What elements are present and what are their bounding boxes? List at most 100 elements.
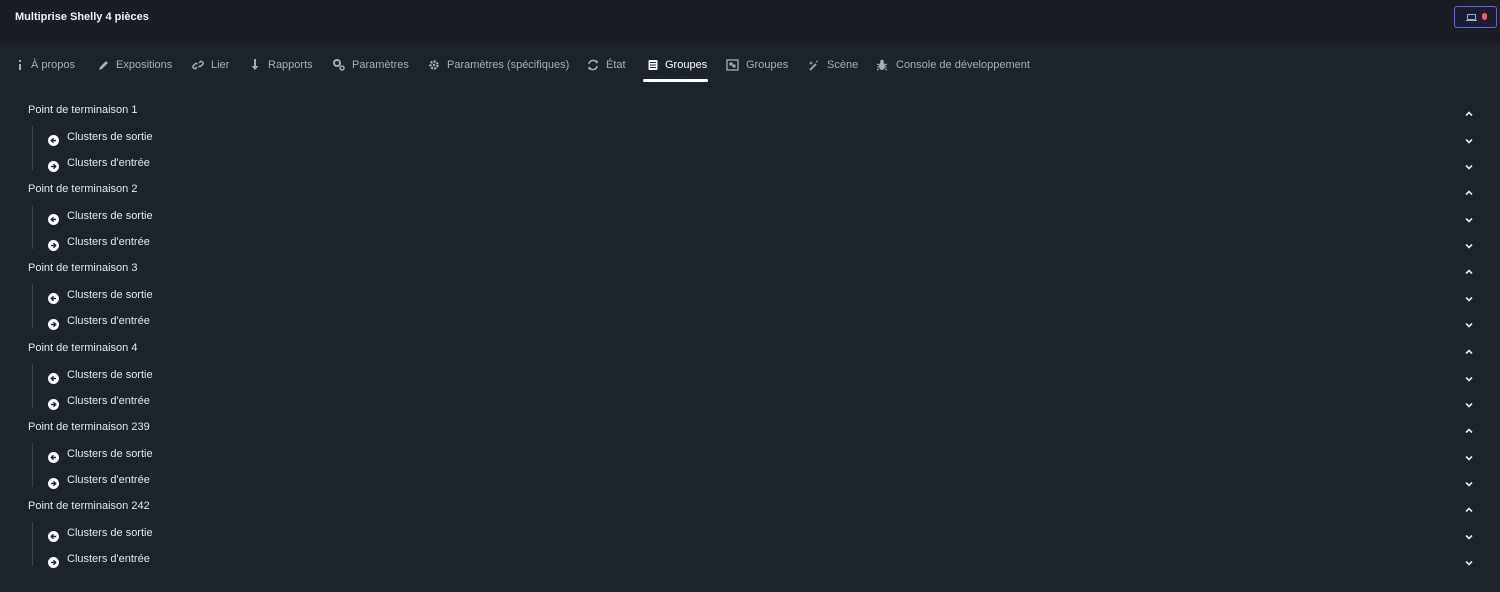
endpoint-label: Point de terminaison 4	[28, 342, 138, 354]
arrow-left-circle-icon	[48, 291, 59, 304]
cluster-label: Clusters d'entrée	[67, 315, 150, 327]
chevron-down-icon[interactable]	[1464, 238, 1474, 249]
tab-label: Groupes	[665, 59, 708, 71]
tab-dev-console[interactable]: Console de développement	[876, 52, 1034, 82]
tab-bind[interactable]: Lier	[192, 52, 230, 82]
object-group-icon	[726, 58, 739, 72]
output-clusters-row[interactable]: Clusters de sortie	[0, 523, 1500, 545]
arrow-left-circle-icon	[48, 450, 59, 463]
chevron-down-icon[interactable]	[1464, 476, 1474, 487]
endpoint-header[interactable]: Point de terminaison 2	[0, 179, 1500, 201]
endpoint-label: Point de terminaison 3	[28, 262, 138, 274]
chevron-down-icon[interactable]	[1464, 291, 1474, 302]
page-title: Multiprise Shelly 4 pièces	[15, 11, 149, 23]
tab-label: Scène	[827, 59, 859, 71]
arrow-left-circle-icon	[48, 371, 59, 384]
endpoint-label: Point de terminaison 2	[28, 183, 138, 195]
output-clusters-row[interactable]: Clusters de sortie	[0, 285, 1500, 307]
endpoint-header[interactable]: Point de terminaison 1	[0, 100, 1500, 122]
tab-label: État	[606, 59, 626, 71]
chevron-down-icon[interactable]	[1464, 317, 1474, 328]
cluster-label: Clusters d'entrée	[67, 395, 150, 407]
cluster-label: Clusters d'entrée	[67, 236, 150, 248]
chevron-down-icon[interactable]	[1464, 133, 1474, 144]
input-clusters-row[interactable]: Clusters d'entrée	[0, 391, 1500, 413]
arrow-right-circle-icon	[48, 238, 59, 251]
cluster-label: Clusters de sortie	[67, 131, 153, 143]
output-clusters-row[interactable]: Clusters de sortie	[0, 444, 1500, 466]
output-clusters-row[interactable]: Clusters de sortie	[0, 365, 1500, 387]
bug-icon	[876, 58, 888, 72]
top-bar: Multiprise Shelly 4 pièces	[0, 0, 1500, 44]
arrow-right-circle-icon	[48, 555, 59, 568]
tab-label: Console de développement	[896, 59, 1030, 71]
input-clusters-row[interactable]: Clusters d'entrée	[0, 232, 1500, 254]
cluster-label: Clusters de sortie	[67, 448, 153, 460]
tab-state[interactable]: État	[587, 52, 627, 82]
chevron-down-icon[interactable]	[1464, 397, 1474, 408]
input-clusters-row[interactable]: Clusters d'entrée	[0, 311, 1500, 333]
laptop-icon	[1466, 14, 1477, 21]
arrow-left-circle-icon	[48, 212, 59, 225]
chevron-up-icon[interactable]	[1464, 423, 1474, 434]
info-icon	[14, 58, 26, 72]
cluster-label: Clusters de sortie	[67, 369, 153, 381]
cluster-label: Clusters de sortie	[67, 289, 153, 301]
endpoint-label: Point de terminaison 1	[28, 104, 138, 116]
tab-label: Paramètres (spécifiques)	[447, 59, 570, 71]
chevron-up-icon[interactable]	[1464, 185, 1474, 196]
tab-reports[interactable]: Rapports	[249, 52, 314, 82]
cluster-label: Clusters d'entrée	[67, 157, 150, 169]
arrow-right-circle-icon	[48, 317, 59, 330]
chevron-up-icon[interactable]	[1464, 502, 1474, 513]
arrow-left-circle-icon	[48, 529, 59, 542]
arrow-right-circle-icon	[48, 159, 59, 172]
chevron-down-icon[interactable]	[1464, 529, 1474, 540]
tab-label: Expositions	[116, 59, 173, 71]
endpoint-header[interactable]: Point de terminaison 4	[0, 338, 1500, 360]
tab-expositions[interactable]: Expositions	[97, 52, 173, 82]
cogs-icon	[332, 58, 345, 72]
tab-settings[interactable]: Paramètres	[332, 52, 409, 82]
tab-about[interactable]: À propos	[14, 52, 78, 82]
chevron-down-icon[interactable]	[1464, 159, 1474, 170]
tab-specific-settings[interactable]: Paramètres (spécifiques)	[428, 52, 570, 82]
endpoint-header[interactable]: Point de terminaison 242	[0, 496, 1500, 518]
gear-icon	[428, 58, 440, 72]
input-clusters-row[interactable]: Clusters d'entrée	[0, 549, 1500, 571]
tab-label: Paramètres	[352, 59, 409, 71]
tab-groups[interactable]: Groupes	[726, 52, 789, 82]
pencil-icon	[97, 58, 109, 72]
tab-label: Lier	[211, 59, 230, 71]
output-clusters-row[interactable]: Clusters de sortie	[0, 127, 1500, 149]
chevron-down-icon[interactable]	[1464, 212, 1474, 223]
chevron-up-icon[interactable]	[1464, 264, 1474, 275]
tab-bar: À propos Expositions Lier Rapports Param…	[0, 52, 1500, 82]
input-clusters-row[interactable]: Clusters d'entrée	[0, 470, 1500, 492]
endpoint-header[interactable]: Point de terminaison 3	[0, 258, 1500, 280]
input-clusters-row[interactable]: Clusters d'entrée	[0, 153, 1500, 175]
chevron-up-icon[interactable]	[1464, 344, 1474, 355]
output-clusters-row[interactable]: Clusters de sortie	[0, 206, 1500, 228]
status-dot-icon	[1482, 13, 1487, 20]
list-icon	[647, 58, 659, 72]
tab-label: Groupes	[746, 59, 789, 71]
arrow-right-circle-icon	[48, 397, 59, 410]
arrow-left-circle-icon	[48, 133, 59, 146]
tab-clusters[interactable]: Groupes	[643, 52, 708, 82]
chevron-up-icon[interactable]	[1464, 106, 1474, 117]
tab-label: Rapports	[268, 59, 313, 71]
cluster-label: Clusters d'entrée	[67, 474, 150, 486]
endpoint-header[interactable]: Point de terminaison 239	[0, 417, 1500, 439]
chevron-down-icon[interactable]	[1464, 450, 1474, 461]
cluster-label: Clusters de sortie	[67, 527, 153, 539]
chevron-down-icon[interactable]	[1464, 555, 1474, 566]
magic-wand-icon	[808, 58, 820, 72]
link-icon	[192, 58, 204, 72]
endpoint-label: Point de terminaison 239	[28, 421, 150, 433]
chevron-down-icon[interactable]	[1464, 371, 1474, 382]
tab-label: À propos	[31, 59, 76, 71]
endpoint-label: Point de terminaison 242	[28, 500, 150, 512]
tab-scene[interactable]: Scène	[808, 52, 858, 82]
device-status-button[interactable]	[1454, 6, 1497, 28]
